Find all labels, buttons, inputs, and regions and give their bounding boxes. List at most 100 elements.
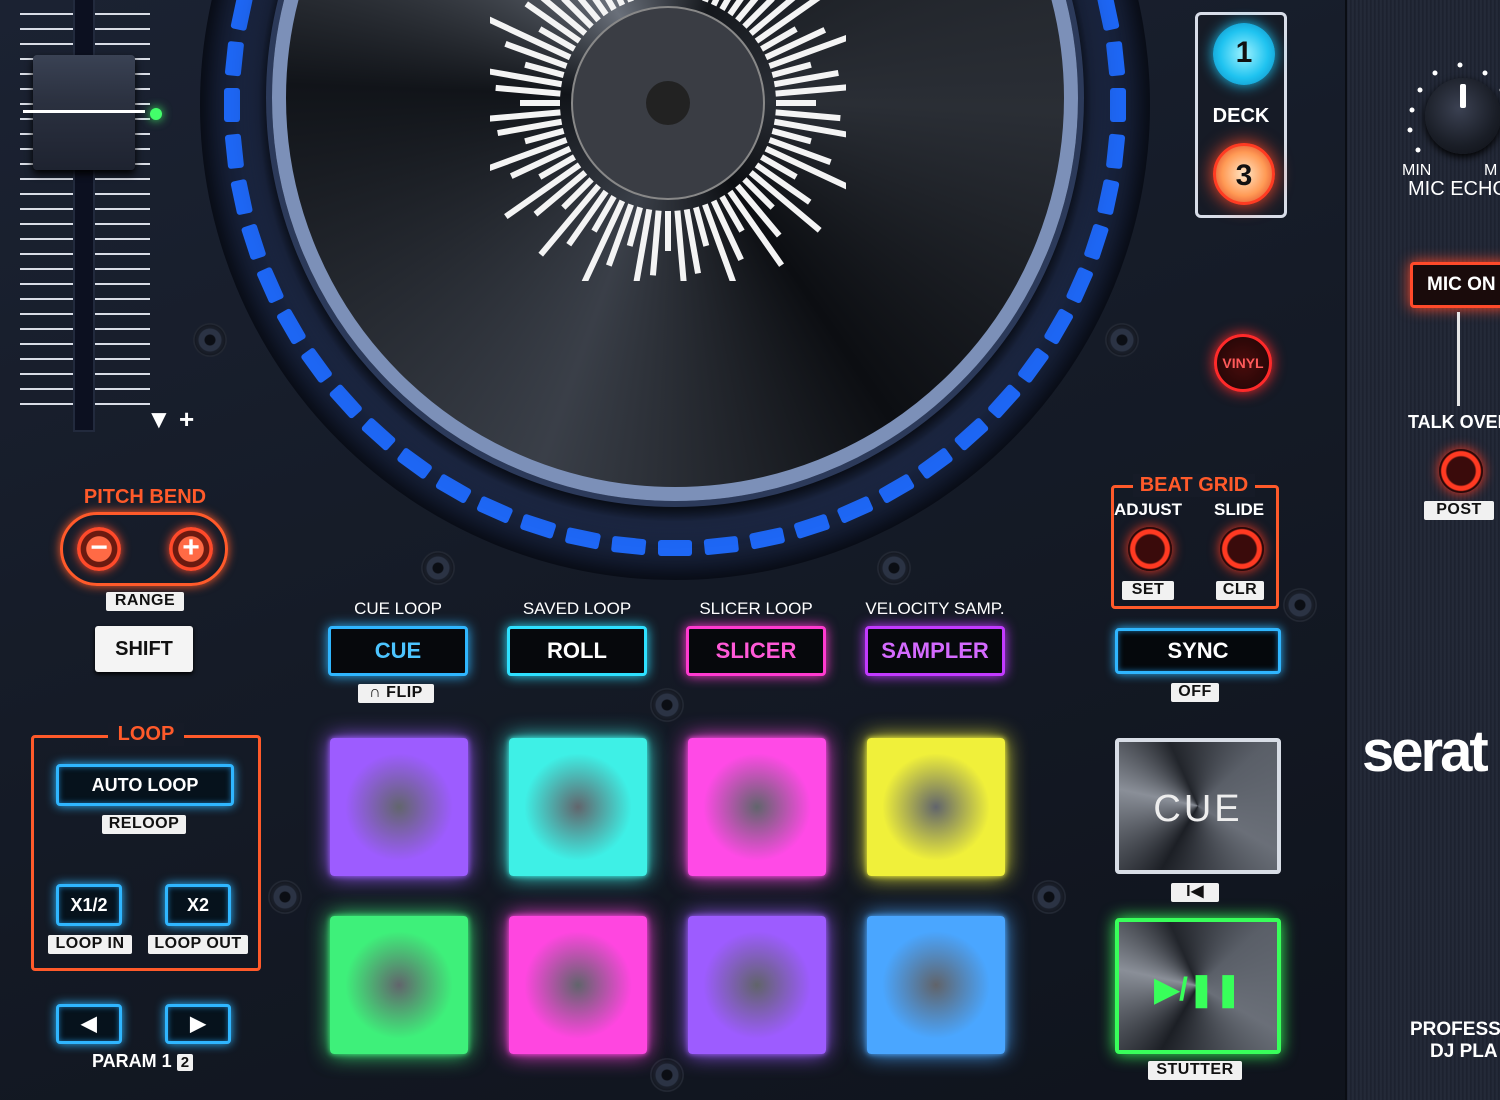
jog-led-segment — [565, 527, 601, 550]
shift-button[interactable]: SHIFT — [95, 626, 193, 672]
jog-led-segment — [611, 536, 647, 556]
mode-secondary-label: SLICER LOOP — [699, 599, 813, 618]
jog-led-segment — [988, 384, 1021, 419]
footer-line-1: PROFESS — [1410, 1019, 1500, 1040]
play-pause-button[interactable]: ▶/❚❚ — [1115, 918, 1281, 1054]
jog-led-segment — [224, 88, 240, 122]
mode-button-sampler[interactable]: SAMPLER — [865, 626, 1005, 676]
jog-led-segment — [241, 224, 266, 260]
param-right-button[interactable]: ▶ — [165, 1004, 231, 1044]
set-tag: SET — [1122, 581, 1174, 600]
flip-tag: ∩ FLIP — [358, 684, 434, 703]
post-tag: POST — [1424, 501, 1494, 520]
param-label-text: PARAM 1 — [92, 1051, 172, 1071]
talk-over-label: TALK OVER — [1408, 412, 1500, 432]
jog-led-segment — [397, 448, 432, 479]
panel-screw — [268, 880, 302, 914]
jog-led-segment — [1097, 179, 1120, 215]
loop-double-button[interactable]: X2 — [165, 884, 231, 926]
jog-led-segment — [918, 448, 953, 479]
mode-secondary-label: VELOCITY SAMP. — [865, 599, 1005, 618]
play-pause-icon: ▶/❚❚ — [1154, 971, 1242, 1007]
loop-half-button[interactable]: X1/2 — [56, 884, 122, 926]
talk-over-post-button[interactable] — [1439, 449, 1483, 493]
pitch-fader-marker: ▼ + — [146, 404, 195, 434]
mic-on-button[interactable]: MIC ON — [1410, 262, 1500, 308]
beat-grid-adjust-button[interactable] — [1128, 527, 1172, 571]
deck-3-button[interactable]: 3 — [1213, 143, 1275, 205]
mode-button-roll[interactable]: ROLL — [507, 626, 647, 676]
auto-loop-button[interactable]: AUTO LOOP — [56, 764, 234, 806]
panel-screw — [650, 1058, 684, 1092]
jog-led-segment — [224, 41, 244, 77]
jog-led-segment — [329, 384, 362, 419]
sync-button[interactable]: SYNC — [1115, 628, 1281, 674]
panel-screw — [877, 551, 911, 585]
jog-led-segment — [435, 474, 472, 503]
range-tag: RANGE — [106, 592, 184, 611]
performance-pad-4[interactable] — [867, 738, 1005, 876]
param-left-button[interactable]: ◀ — [56, 1004, 122, 1044]
jog-led-segment — [1110, 88, 1126, 122]
sync-off-tag: OFF — [1171, 683, 1219, 702]
pitch-bend-minus-button[interactable]: − — [77, 527, 121, 571]
loop-title: LOOP — [108, 723, 184, 746]
panel-screw — [1032, 880, 1066, 914]
cue-back-tag: I◀ — [1171, 883, 1219, 902]
performance-pad-7[interactable] — [688, 916, 826, 1054]
talk-over-line — [1457, 312, 1460, 406]
param-label: PARAM 1 2 — [92, 1051, 194, 1072]
footer-line-2: DJ PLA — [1430, 1041, 1498, 1062]
performance-pad-2[interactable] — [509, 738, 647, 876]
loop-out-tag: LOOP OUT — [148, 935, 248, 954]
performance-pad-3[interactable] — [688, 738, 826, 876]
controller-panel: ▼ + 1 DECK 3 VINYL PITCH BEND − + RANGE … — [0, 0, 1500, 1100]
headphone-icon: ∩ — [369, 684, 382, 701]
jog-led-segment — [703, 536, 739, 556]
cue-button-label: CUE — [1153, 788, 1243, 830]
loop-in-tag: LOOP IN — [48, 935, 132, 954]
pitch-fader-cap[interactable] — [23, 55, 145, 170]
jog-led-segment — [1106, 41, 1126, 77]
panel-screw — [193, 323, 227, 357]
jog-led-segment — [794, 514, 830, 539]
pitch-bend-group: − + — [60, 512, 228, 586]
jog-led-segment — [1084, 224, 1109, 260]
jog-led-segment — [520, 514, 556, 539]
vinyl-button[interactable]: VINYL — [1214, 334, 1272, 392]
clr-tag: CLR — [1216, 581, 1264, 600]
mode-button-cue[interactable]: CUE — [328, 626, 468, 676]
jog-led-segment — [224, 133, 244, 169]
mode-secondary-label: CUE LOOP — [354, 599, 442, 618]
pitch-bend-title: PITCH BEND — [83, 486, 207, 508]
performance-pad-1[interactable] — [330, 738, 468, 876]
jog-led-segment — [878, 474, 915, 503]
panel-screw — [650, 688, 684, 722]
cue-button[interactable]: CUE — [1115, 738, 1281, 874]
mic-echo-label: MIC ECHO — [1408, 178, 1500, 200]
beat-grid-title: BEAT GRID — [1133, 474, 1255, 497]
platter-center-label — [490, 0, 846, 281]
deck-1-button[interactable]: 1 — [1213, 23, 1275, 85]
deck-label: DECK — [1212, 105, 1270, 127]
jog-led-segment — [361, 418, 396, 451]
jog-led-segment — [277, 308, 306, 345]
panel-screw — [1283, 588, 1317, 622]
jog-led-segment — [230, 179, 253, 215]
beat-grid-slide-button[interactable] — [1220, 527, 1264, 571]
jog-led-segment — [1106, 133, 1126, 169]
jog-led-segment — [954, 418, 989, 451]
param-number-tag: 2 — [176, 1054, 194, 1071]
performance-pad-6[interactable] — [509, 916, 647, 1054]
mode-button-slicer[interactable]: SLICER — [686, 626, 826, 676]
deck-select: 1 DECK 3 — [1195, 12, 1287, 218]
mic-echo-knob[interactable] — [1425, 78, 1500, 154]
adjust-label: ADJUST — [1114, 500, 1183, 519]
jog-led-segment — [1044, 308, 1073, 345]
pitch-center-led — [150, 108, 162, 120]
pitch-bend-plus-button[interactable]: + — [169, 527, 213, 571]
serato-logo: serat — [1362, 719, 1489, 784]
performance-pad-5[interactable] — [330, 916, 468, 1054]
mode-secondary-label: SAVED LOOP — [522, 599, 632, 618]
performance-pad-8[interactable] — [867, 916, 1005, 1054]
